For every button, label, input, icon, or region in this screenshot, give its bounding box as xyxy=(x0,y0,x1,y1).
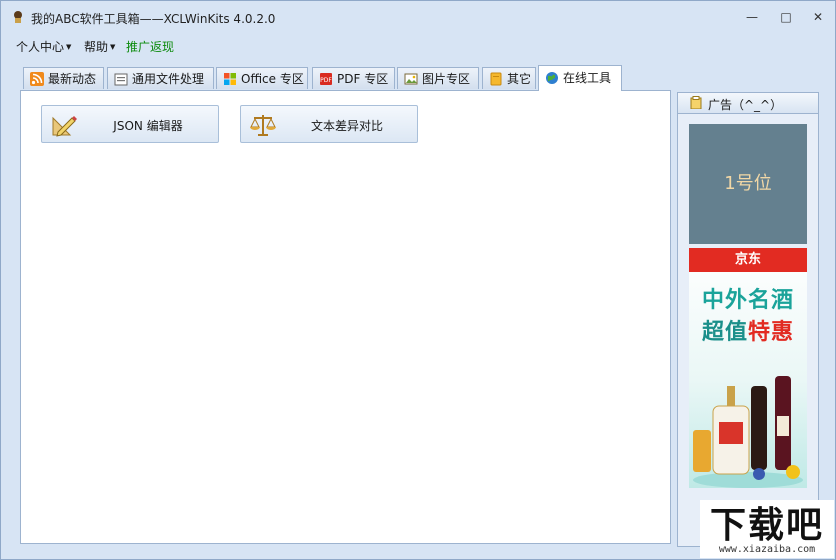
tab-label: 图片专区 xyxy=(422,72,471,86)
menu-personal-center[interactable]: 个人中心 ▼ xyxy=(16,38,71,55)
tab-latest-news[interactable]: 最新动态 xyxy=(23,67,104,89)
tab-other[interactable]: 其它 xyxy=(482,67,536,89)
tab-label: 通用文件处理 xyxy=(132,72,205,86)
app-logo-icon xyxy=(14,11,22,23)
text-diff-button[interactable]: 文本差异对比 xyxy=(240,105,418,143)
menu-promo-cashback[interactable]: 推广返现 xyxy=(126,38,174,55)
ad-panel: 广告（^_^） 1号位 京东 中外名酒 超值特惠 xyxy=(677,92,819,547)
minimize-button[interactable]: — xyxy=(743,9,761,25)
watermark-url: www.xiazaiba.com xyxy=(718,544,816,555)
ad-slot-2-jd[interactable]: 京东 中外名酒 超值特惠 xyxy=(689,248,807,488)
app-window: 我的ABC软件工具箱——XCLWinKits 4.0.2.0 — □ ✕ 个人中… xyxy=(0,0,836,560)
watermark-logo-text: 下载吧 xyxy=(709,505,824,546)
folder-icon xyxy=(490,72,502,86)
title-bar: 我的ABC软件工具箱——XCLWinKits 4.0.2.0 — □ ✕ xyxy=(1,1,835,33)
chevron-down-icon: ▼ xyxy=(66,43,72,51)
text-diff-label: 文本差异对比 xyxy=(310,119,383,133)
tab-label: 最新动态 xyxy=(48,72,97,86)
ad-header-label: 广告（^_^） xyxy=(708,98,783,112)
liquor-bottles-image xyxy=(693,376,803,488)
ad-headline-2: 超值特惠 xyxy=(689,314,807,346)
globe-icon xyxy=(546,72,558,84)
close-button[interactable]: ✕ xyxy=(809,9,827,25)
scales-icon xyxy=(250,115,276,136)
ad-headline-2b: 特惠 xyxy=(748,320,795,345)
ad-headline-2a: 超值 xyxy=(701,320,748,345)
office-icon xyxy=(224,73,236,85)
image-icon xyxy=(404,73,418,85)
json-editor-label: JSON 编辑器 xyxy=(113,119,183,133)
chevron-down-icon: ▼ xyxy=(110,43,116,51)
clipboard-icon xyxy=(690,96,702,109)
file-tools-icon xyxy=(114,73,128,86)
ad-headline-1: 中外名酒 xyxy=(701,288,794,313)
tab-label: Office 专区 xyxy=(241,72,304,86)
ad-slot-1[interactable]: 1号位 xyxy=(689,124,807,244)
maximize-button[interactable]: □ xyxy=(777,9,795,25)
tab-label: 在线工具 xyxy=(563,71,612,85)
window-title: 我的ABC软件工具箱——XCLWinKits 4.0.2.0 xyxy=(31,12,276,26)
online-tools-panel: JSON 编辑器 文本差异对比 xyxy=(20,90,671,544)
ruler-pencil-icon xyxy=(52,116,77,137)
menu-help[interactable]: 帮助 ▼ xyxy=(84,38,115,55)
site-watermark: 下载吧 www.xiazaiba.com xyxy=(700,500,834,558)
menu-personal-center-label: 个人中心 xyxy=(16,40,65,54)
json-editor-button[interactable]: JSON 编辑器 xyxy=(41,105,219,143)
rss-icon xyxy=(30,72,44,86)
pdf-icon: PDF xyxy=(320,73,332,85)
tab-label: 其它 xyxy=(507,72,532,86)
tab-strip: 最新动态 通用文件处理 Office 专区 PDF PDF 专区 图片专区 其它… xyxy=(23,65,663,91)
svg-text:PDF: PDF xyxy=(320,77,332,84)
tab-pdf[interactable]: PDF PDF 专区 xyxy=(312,67,395,89)
ad-header: 广告（^_^） xyxy=(678,93,818,114)
tab-general-file[interactable]: 通用文件处理 xyxy=(107,67,214,89)
tab-image[interactable]: 图片专区 xyxy=(397,67,479,89)
tab-office[interactable]: Office 专区 xyxy=(216,67,308,89)
jd-logo: 京东 xyxy=(734,252,761,267)
menu-bar: 个人中心 ▼ 帮助 ▼ 推广返现 xyxy=(1,35,835,55)
menu-help-label: 帮助 xyxy=(84,40,109,54)
tab-online-tools[interactable]: 在线工具 xyxy=(538,65,622,91)
tab-label: PDF 专区 xyxy=(337,72,389,86)
